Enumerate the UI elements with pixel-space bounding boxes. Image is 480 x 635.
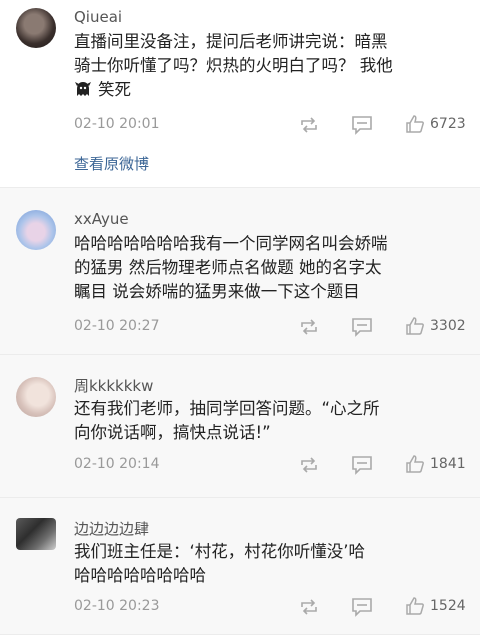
comment-line: 哈哈哈哈哈哈哈我有一个同学网名叫会娇喘 <box>74 234 388 253</box>
username[interactable]: 边边边边肆 <box>74 518 149 539</box>
like-count: 3302 <box>430 318 466 334</box>
username[interactable]: 周kkkkkkw <box>74 375 153 396</box>
view-original-link[interactable]: 查看原微博 <box>74 153 149 174</box>
avatar[interactable] <box>16 518 56 550</box>
comment-icon[interactable] <box>351 317 373 337</box>
like-count: 1524 <box>430 598 466 614</box>
comment-line: 瞩目 说会娇喘的猛男来做一下这个题目 <box>74 282 360 301</box>
repost-icon[interactable] <box>298 116 320 134</box>
like-icon[interactable] <box>405 114 425 134</box>
like-count: 6723 <box>430 116 466 132</box>
comment-text: 还有我们老师，抽同学回答问题。“心之所 向你说话啊，搞快点说话!” <box>74 397 462 445</box>
comment-line: 的猛男 然后物理老师点名做题 她的名字太 <box>74 258 382 277</box>
comment-line: 向你说话啊，搞快点说话!” <box>74 423 271 442</box>
comment-line: 还有我们老师，抽同学回答问题。“心之所 <box>74 399 380 418</box>
like-icon[interactable] <box>405 316 425 336</box>
username[interactable]: xxAyue <box>74 210 129 228</box>
comment-item: Qiueai 直播间里没备注，提问后老师讲完说：暗黑 骑士你听懂了吗？炽热的火明… <box>0 0 480 188</box>
comment-item: 边边边边肆 我们班主任是：‘村花，村花你听懂没’哈 哈哈哈哈哈哈哈哈 02-10… <box>0 498 480 635</box>
like-count: 1841 <box>430 456 466 472</box>
avatar[interactable] <box>16 8 56 48</box>
timestamp: 02-10 20:14 <box>74 456 160 472</box>
comment-line-text: 笑死 <box>98 80 131 99</box>
comment-line: 我们班主任是：‘村花，村花你听懂没’哈 <box>74 542 365 561</box>
timestamp: 02-10 20:01 <box>74 116 160 132</box>
comment-line: 笑死 <box>74 78 462 102</box>
repost-icon[interactable] <box>298 318 320 336</box>
comment-item: xxAyue 哈哈哈哈哈哈哈我有一个同学网名叫会娇喘 的猛男 然后物理老师点名做… <box>0 188 480 355</box>
timestamp: 02-10 20:27 <box>74 318 160 334</box>
comment-line: 哈哈哈哈哈哈哈哈 <box>74 566 206 585</box>
comment-icon[interactable] <box>351 115 373 135</box>
like-icon[interactable] <box>405 454 425 474</box>
comment-icon[interactable] <box>351 597 373 617</box>
like-icon[interactable] <box>405 596 425 616</box>
timestamp: 02-10 20:23 <box>74 598 160 614</box>
comment-line: 骑士你听懂了吗？炽热的火明白了吗？ 我他 <box>74 56 393 75</box>
comment-item: 周kkkkkkw 还有我们老师，抽同学回答问题。“心之所 向你说话啊，搞快点说话… <box>0 355 480 498</box>
ghost-icon <box>75 82 91 96</box>
repost-icon[interactable] <box>298 598 320 616</box>
username[interactable]: Qiueai <box>74 8 122 26</box>
repost-icon[interactable] <box>298 456 320 474</box>
comment-text: 哈哈哈哈哈哈哈我有一个同学网名叫会娇喘 的猛男 然后物理老师点名做题 她的名字太… <box>74 232 462 304</box>
comment-text: 直播间里没备注，提问后老师讲完说：暗黑 骑士你听懂了吗？炽热的火明白了吗？ 我他… <box>74 30 462 102</box>
avatar[interactable] <box>16 210 56 250</box>
comment-icon[interactable] <box>351 455 373 475</box>
avatar[interactable] <box>16 377 56 417</box>
comment-line: 直播间里没备注，提问后老师讲完说：暗黑 <box>74 32 388 51</box>
comment-text: 我们班主任是：‘村花，村花你听懂没’哈 哈哈哈哈哈哈哈哈 <box>74 540 462 588</box>
